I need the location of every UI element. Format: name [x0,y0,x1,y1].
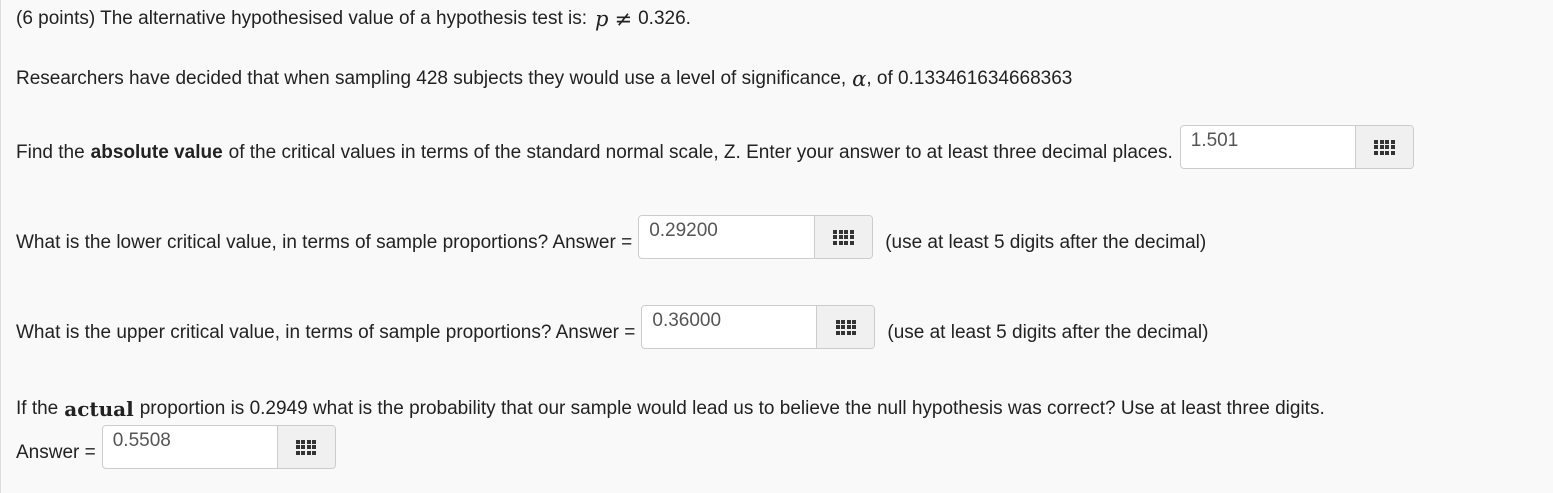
researchers-text: Researchers have decided that when sampl… [16,68,847,89]
probability-answer-row: Answer = [16,425,336,469]
not-equal-symbol: ≠ [614,7,633,31]
z-keypad-button[interactable] [1354,126,1413,168]
z-answer-box [1179,125,1414,169]
q4-pre: If the [16,398,59,419]
significance-statement: Researchers have decided that when sampl… [16,67,1072,91]
question-lower-critical: What is the lower critical value, in ter… [16,215,1206,259]
q4-post: proportion is 0.2949 what is the probabi… [139,398,1325,419]
question-probability: If the actual proportion is 0.2949 what … [16,397,1325,421]
question-upper-critical: What is the upper critical value, in ter… [16,305,1208,349]
intro-text: (6 points) The alternative hypothesised … [16,8,588,29]
q3-note: (use at least 5 digits after the decimal… [887,322,1209,343]
q3-label: What is the upper critical value, in ter… [16,322,636,343]
significance-value: , of 0.133461634668363 [866,68,1073,89]
q2-label: What is the lower critical value, in ter… [16,232,633,253]
keypad-grid-icon [835,319,857,335]
upper-answer-box [641,305,876,349]
q1-post: of the critical values in terms of the s… [228,142,1173,163]
q4-label: Answer = [16,442,96,463]
keypad-grid-icon [833,229,854,245]
alpha-symbol: α [852,67,867,91]
probability-answer-input[interactable] [102,426,277,462]
lower-keypad-button[interactable] [814,216,873,258]
lower-answer-input[interactable] [639,216,815,252]
hypothesis-value: 0.326. [638,8,691,29]
probability-answer-box [101,425,336,469]
q4-bold: actual [64,397,134,421]
hypothesis-statement: (6 points) The alternative hypothesised … [16,7,691,31]
variable-p: p [595,7,609,31]
lower-answer-box [638,215,874,259]
z-answer-input[interactable] [1180,126,1355,162]
q2-note: (use at least 5 digits after the decimal… [885,232,1207,253]
keypad-grid-icon [1374,139,1395,155]
keypad-grid-icon [295,439,317,455]
q1-pre: Find the [16,142,85,163]
q1-bold: absolute value [90,142,223,163]
probability-keypad-button[interactable] [276,426,335,468]
upper-answer-input[interactable] [642,306,817,342]
upper-keypad-button[interactable] [816,306,875,348]
question-z-critical: Find the absolute value of the critical … [16,125,1414,169]
